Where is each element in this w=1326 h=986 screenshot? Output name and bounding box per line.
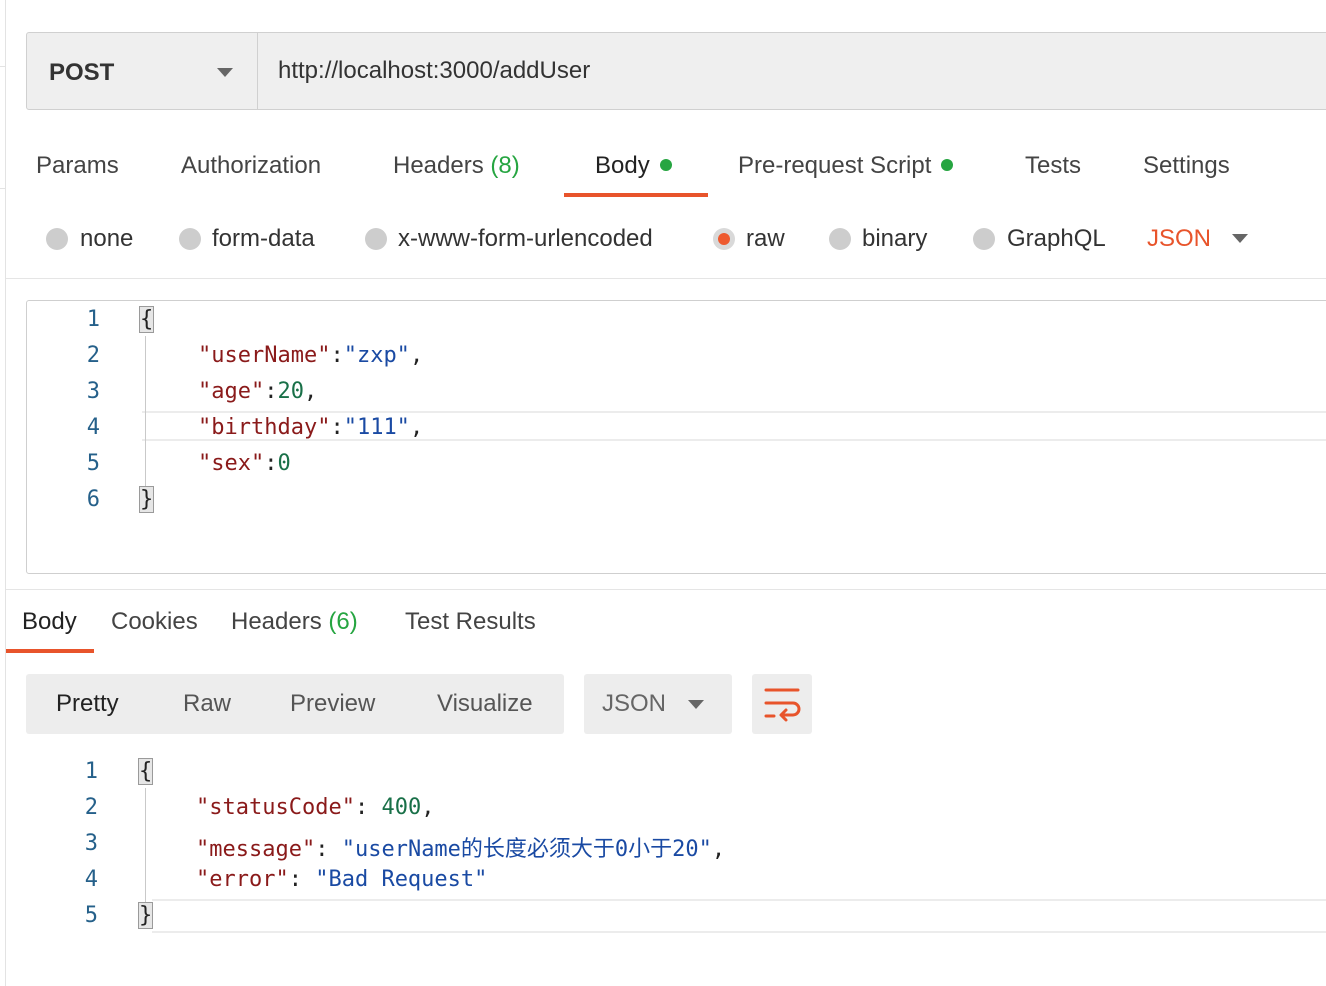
view-preview[interactable]: Preview	[290, 674, 375, 734]
radio-urlencoded[interactable]	[365, 228, 387, 250]
code-line: "birthday":"111",	[198, 415, 424, 440]
active-line-highlight	[152, 899, 1326, 933]
radio-raw-label: raw	[746, 225, 785, 252]
code-line: {	[137, 758, 154, 785]
json-key: "userName"	[198, 343, 331, 368]
response-format-dropdown-icon	[688, 700, 704, 709]
wrap-lines-icon	[764, 688, 801, 722]
response-format-select[interactable]: JSON	[584, 674, 732, 734]
view-mode-toggle: Pretty Raw Preview Visualize	[26, 674, 564, 734]
method-dropdown-icon[interactable]	[217, 68, 233, 77]
line-number: 4	[84, 867, 98, 892]
tab-headers-label: Headers	[393, 152, 484, 179]
response-headers-count: (6)	[328, 608, 358, 635]
active-tab-underline	[564, 193, 708, 197]
radio-binary[interactable]	[829, 228, 851, 250]
code-line: }	[137, 902, 154, 929]
body-indicator-dot	[659, 158, 672, 171]
divider-tick	[0, 66, 5, 67]
radio-urlencoded-label: x-www-form-urlencoded	[398, 225, 653, 252]
tab-headers[interactable]: Headers (8)	[393, 152, 520, 180]
code-line: "sex":0	[198, 451, 291, 476]
radio-form-data[interactable]	[179, 228, 201, 250]
code-line: "userName":"zxp",	[198, 343, 424, 368]
url-input[interactable]: http://localhost:3000/addUser	[278, 57, 590, 85]
line-number: 2	[86, 343, 100, 368]
code-line: "age":20,	[198, 379, 318, 404]
headers-count: (8)	[490, 152, 520, 179]
view-visualize[interactable]: Visualize	[437, 674, 533, 734]
tab-body-label: Body	[595, 152, 650, 179]
radio-none[interactable]	[46, 228, 68, 250]
indent-guide	[145, 788, 146, 903]
json-value: 0	[277, 451, 291, 476]
line-number: 1	[86, 307, 100, 332]
code-line: }	[138, 486, 155, 513]
json-value: "Bad Request"	[315, 867, 488, 892]
method-select[interactable]: POST	[27, 33, 258, 109]
tab-params[interactable]: Params	[36, 152, 119, 180]
json-key: "error"	[196, 867, 289, 892]
line-number: 4	[86, 415, 100, 440]
divider	[6, 589, 1326, 590]
prerequest-indicator-dot	[941, 158, 954, 171]
json-key: "sex"	[198, 451, 265, 476]
code-line: "statusCode": 400,	[196, 795, 435, 820]
open-brace: {	[138, 306, 155, 333]
close-brace: }	[137, 902, 154, 929]
response-tab-cookies[interactable]: Cookies	[111, 608, 198, 636]
json-value: "userName的长度必须大于0小于20"	[341, 837, 712, 862]
close-brace: }	[138, 486, 155, 513]
line-number: 3	[84, 831, 98, 856]
method-label: POST	[49, 59, 115, 86]
radio-raw[interactable]	[713, 228, 735, 250]
tab-tests[interactable]: Tests	[1025, 152, 1081, 180]
json-key: "birthday"	[198, 415, 331, 440]
line-number: 6	[86, 487, 100, 512]
json-value: "111"	[343, 415, 410, 440]
code-line: "error": "Bad Request"	[196, 867, 488, 892]
response-tab-headers[interactable]: Headers (6)	[231, 608, 358, 636]
view-raw[interactable]: Raw	[183, 674, 231, 734]
request-bar: POST http://localhost:3000/addUser	[26, 32, 1326, 110]
line-number: 5	[86, 451, 100, 476]
radio-binary-label: binary	[862, 225, 928, 252]
open-brace: {	[137, 758, 154, 785]
tab-settings[interactable]: Settings	[1143, 152, 1230, 180]
tab-prerequest-label: Pre-request Script	[738, 152, 932, 179]
tab-body[interactable]: Body	[595, 152, 672, 180]
response-tab-body[interactable]: Body	[22, 608, 77, 636]
view-pretty[interactable]: Pretty	[56, 674, 119, 734]
line-number: 1	[84, 759, 98, 784]
radio-none-label: none	[80, 225, 134, 252]
code-line: {	[138, 306, 155, 333]
radio-form-data-label: form-data	[212, 225, 315, 252]
json-key: "message"	[196, 837, 316, 862]
body-format-select[interactable]: JSON	[1147, 225, 1211, 253]
json-key: "age"	[198, 379, 265, 404]
response-tab-test-results[interactable]: Test Results	[405, 608, 536, 636]
json-value: 400	[381, 795, 422, 820]
divider-tick	[0, 188, 5, 189]
tab-prerequest-script[interactable]: Pre-request Script	[738, 152, 954, 180]
format-dropdown-icon[interactable]	[1232, 234, 1248, 243]
panel-left-border	[5, 0, 6, 986]
tab-authorization[interactable]: Authorization	[181, 152, 321, 180]
wrap-lines-button[interactable]	[752, 674, 812, 734]
response-format-label: JSON	[602, 690, 667, 717]
line-number: 2	[84, 795, 98, 820]
json-value: "zxp"	[343, 343, 410, 368]
indent-guide	[145, 336, 146, 486]
radio-graphql[interactable]	[973, 228, 995, 250]
response-headers-label: Headers	[231, 608, 322, 635]
divider	[6, 278, 1326, 279]
code-line: "message": "userName的长度必须大于0小于20",	[196, 837, 726, 862]
line-number: 5	[84, 903, 98, 928]
response-active-tab-underline	[6, 649, 94, 653]
radio-graphql-label: GraphQL	[1007, 225, 1106, 252]
json-key: "statusCode"	[196, 795, 355, 820]
line-number: 3	[86, 379, 100, 404]
json-value: 20	[277, 379, 304, 404]
